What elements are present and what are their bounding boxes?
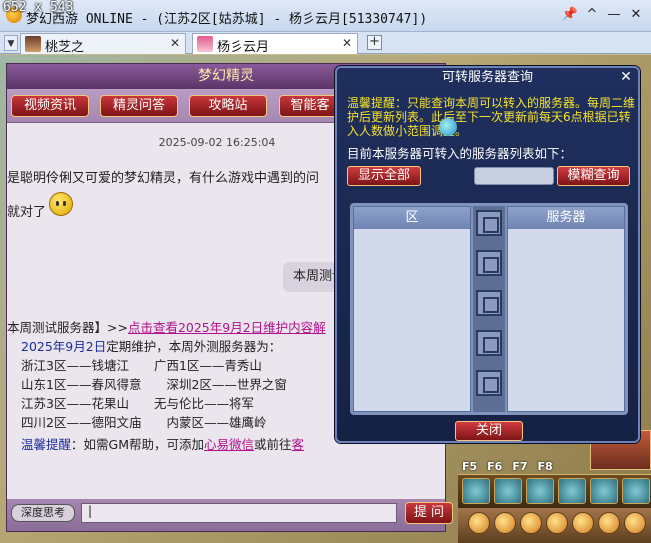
skill-slot[interactable] <box>590 478 618 504</box>
show-all-button[interactable]: 显示全部 <box>347 166 421 186</box>
server-transfer-dialog: 可转服务器查询 ✕ 温馨提醒：只能查询本周可以转入的服务器。每周二维护后更新列表… <box>335 66 640 443</box>
tab-yangyunyue[interactable]: 杨彡云月 ✕ <box>192 33 358 55</box>
pattern-icon <box>476 210 502 236</box>
tab-label: 杨彡云月 <box>217 40 270 55</box>
service-link[interactable]: 客 <box>292 437 305 452</box>
hotkey-f5: F5 <box>462 460 478 473</box>
smiley-emoji-icon <box>49 192 73 216</box>
menu-icon[interactable] <box>546 512 568 534</box>
decorative-divider <box>473 206 505 412</box>
pattern-icon <box>476 250 502 276</box>
size-overlay: 652 x 543 <box>3 0 74 15</box>
server-column-header: 服务器 <box>508 207 624 229</box>
pin-icon[interactable]: 📌 <box>561 6 579 24</box>
wechat-link[interactable]: 心易微信 <box>204 437 254 452</box>
list-description: 目前本服务器可转入的服务器列表如下： <box>347 146 573 161</box>
pattern-icon <box>476 330 502 356</box>
skill-slot[interactable] <box>558 478 586 504</box>
menu-icon[interactable] <box>598 512 620 534</box>
reply-heading-text: 本周测试服务器】>> <box>7 320 128 335</box>
window-title: 梦幻西游 ONLINE - (江苏2区[姑苏城] - 杨彡云月[51330747… <box>26 12 428 27</box>
server-row: 江苏3区——花果山 无与伦比——将军 <box>21 396 254 411</box>
skill-slot[interactable] <box>462 478 490 504</box>
avatar <box>25 36 41 52</box>
tip-mid: 或前往 <box>254 437 292 452</box>
tab-dropdown-icon[interactable]: ▼ <box>4 35 18 51</box>
tab-taozhizhi[interactable]: 桃芝之 ✕ <box>20 33 186 55</box>
guide-site-button[interactable]: 攻略站 <box>189 95 267 117</box>
menu-icon[interactable] <box>468 512 490 534</box>
reply-tip: 温馨提醒：如需GM帮助，可添加心易微信或前往客 <box>21 434 304 453</box>
chat-input-bar: 深度思考 | 提 问 <box>7 499 453 531</box>
skill-slot[interactable] <box>526 478 554 504</box>
tab-label: 桃芝之 <box>45 40 85 55</box>
close-button[interactable]: 关闭 <box>455 421 523 441</box>
server-row: 山东1区——春风得意 深圳2区——世界之窗 <box>21 377 287 392</box>
menu-icon[interactable] <box>624 512 646 534</box>
tab-close-icon[interactable]: ✕ <box>342 36 352 50</box>
skill-slot[interactable] <box>494 478 522 504</box>
pattern-icon <box>476 290 502 316</box>
menu-icon[interactable] <box>520 512 542 534</box>
tab-bar: ▼ 桃芝之 ✕ 杨彡云月 ✕ + <box>0 32 651 55</box>
dialog-title: 可转服务器查询 <box>441 70 533 85</box>
zone-column[interactable]: 区 <box>353 206 471 412</box>
reply-date-line: 2025年9月2日定期维护，本周外测服务器为： <box>21 336 281 355</box>
hotkey-f7: F7 <box>512 460 528 473</box>
deep-think-toggle[interactable]: 深度思考 <box>11 504 75 522</box>
window-titlebar: 梦幻西游 ONLINE - (江苏2区[姑苏城] - 杨彡云月[51330747… <box>0 0 651 32</box>
dialog-close-icon[interactable]: ✕ <box>618 69 634 85</box>
server-column[interactable]: 服务器 <box>507 206 625 412</box>
add-tab-button[interactable]: + <box>367 35 382 50</box>
server-list-panel: 区 服务器 <box>350 203 628 415</box>
fuzzy-search-button[interactable]: 模糊查询 <box>557 166 630 186</box>
window-controls: 📌 ^ — ✕ <box>561 6 645 24</box>
tip-label: 温馨提醒 <box>21 437 72 452</box>
avatar <box>197 36 213 52</box>
pattern-icon <box>476 370 502 396</box>
zone-column-header: 区 <box>354 207 470 229</box>
bulb-icon <box>439 118 457 136</box>
tab-close-icon[interactable]: ✕ <box>170 36 180 50</box>
smart-service-button[interactable]: 智能客 <box>279 95 341 117</box>
skill-slot[interactable] <box>622 478 650 504</box>
close-icon[interactable]: ✕ <box>627 6 645 24</box>
ask-button[interactable]: 提 问 <box>405 502 453 524</box>
sprite-greeting-end: 就对了 <box>7 205 47 220</box>
server-search-input[interactable] <box>474 167 554 185</box>
server-row: 四川2区——德阳文庙 内蒙区——雄鹰岭 <box>21 415 267 430</box>
sprite-qa-button[interactable]: 精灵问答 <box>100 95 178 117</box>
maintenance-desc: 定期维护，本周外测服务器为： <box>106 339 282 354</box>
hotkey-f8: F8 <box>537 460 553 473</box>
hotkey-f6: F6 <box>487 460 503 473</box>
server-row: 浙江3区——钱塘江 广西1区——青秀山 <box>21 358 262 373</box>
tip-text: ：如需GM帮助，可添加 <box>71 437 204 452</box>
menu-icon[interactable] <box>572 512 594 534</box>
menu-icon[interactable] <box>494 512 516 534</box>
maintenance-link[interactable]: 点击查看2025年9月2日维护内容解 <box>128 320 326 335</box>
maintenance-date: 2025年9月2日 <box>21 339 107 354</box>
minimize-icon[interactable]: — <box>605 6 623 24</box>
collapse-icon[interactable]: ^ <box>583 6 601 24</box>
video-news-button[interactable]: 视频资讯 <box>11 95 89 117</box>
transfer-tip: 温馨提醒：只能查询本周可以转入的服务器。每周二维护后更新列表。此后至下一次更新前… <box>347 96 636 138</box>
hotkey-labels: F5 F6 F7 F8 <box>462 460 553 473</box>
chat-input[interactable]: | <box>81 503 397 523</box>
